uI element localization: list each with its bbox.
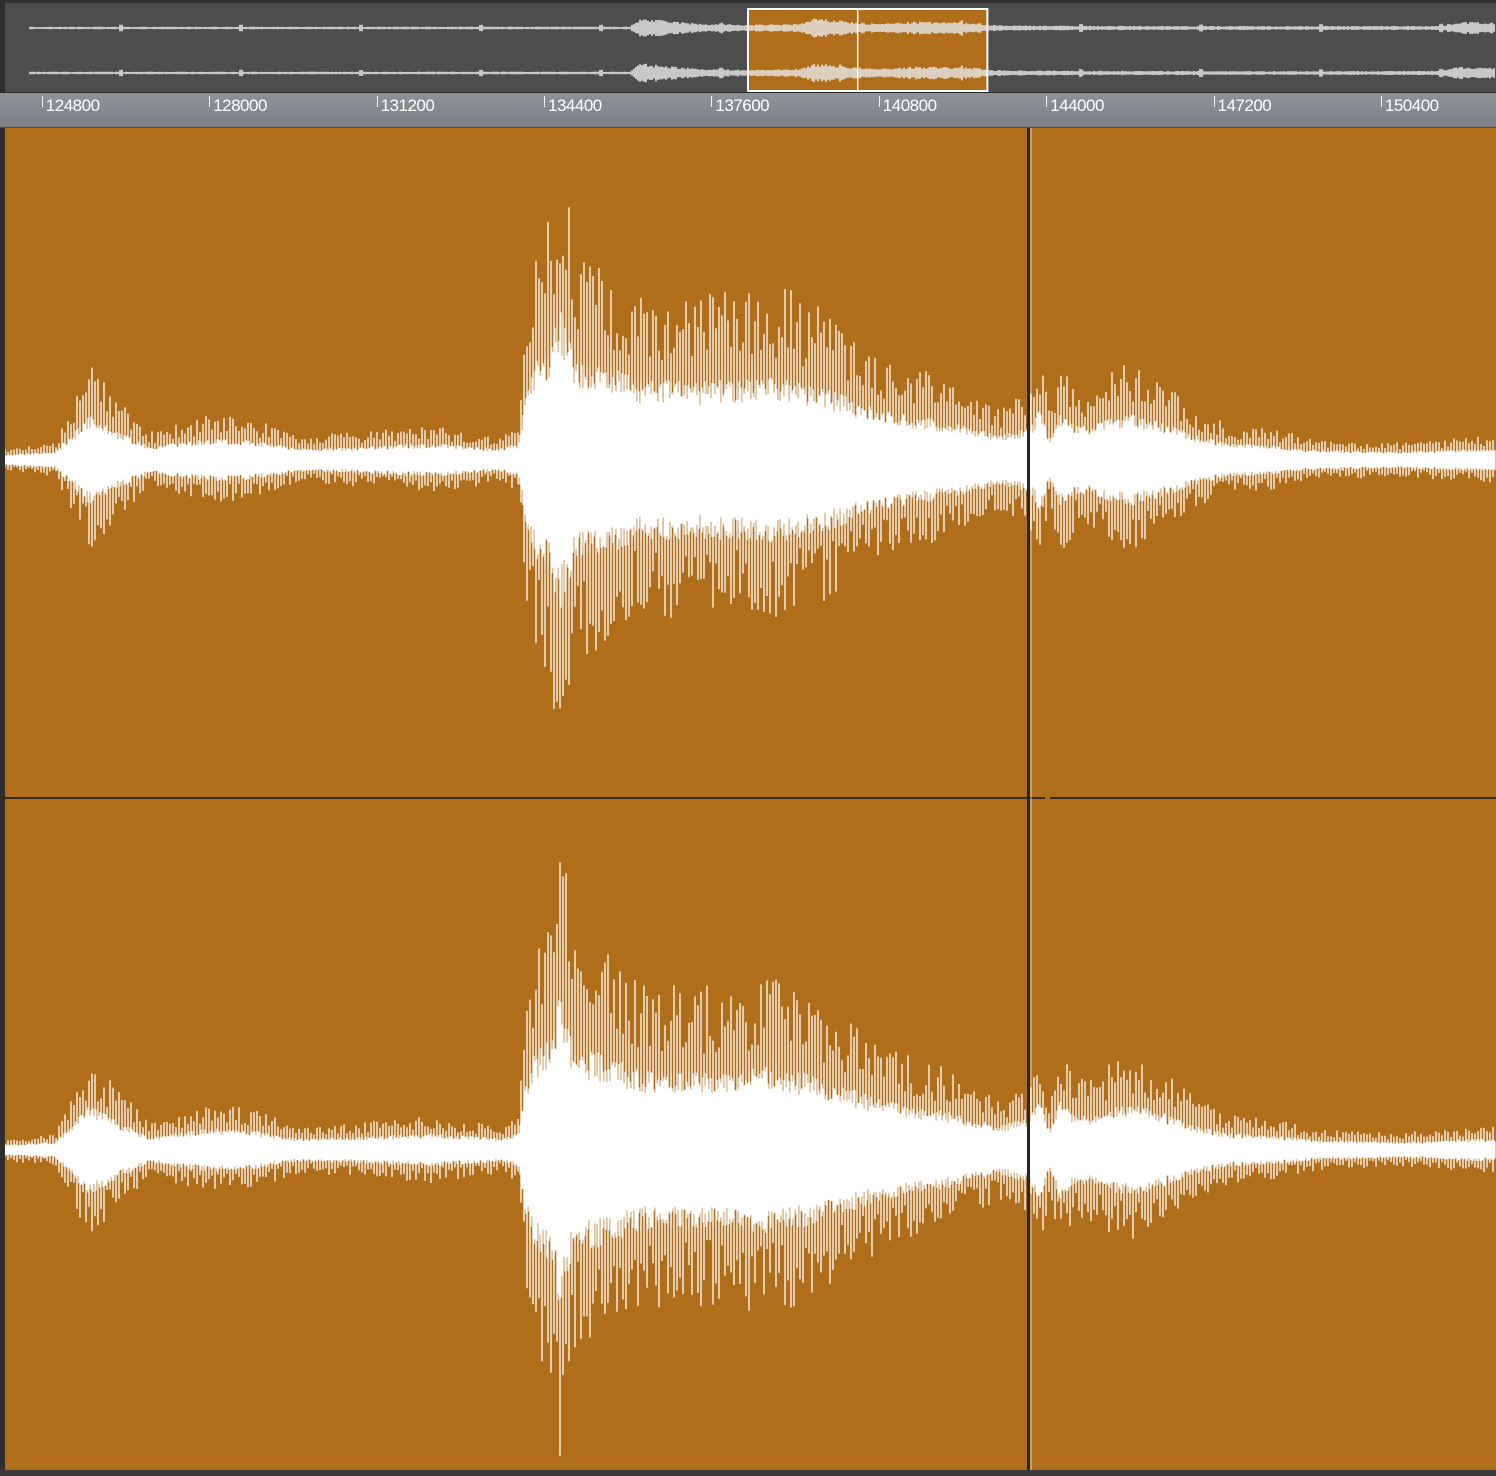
waveform-left-edge bbox=[0, 128, 5, 1476]
ruler-tick-label: 134400 bbox=[548, 96, 602, 115]
ruler-tick-label: 124800 bbox=[45, 96, 100, 115]
overview-strip[interactable] bbox=[0, 0, 1496, 95]
channel-divider-right bbox=[1050, 797, 1496, 799]
channel-2-waveform-svg bbox=[5, 862, 1496, 1456]
overview-selection[interactable] bbox=[747, 8, 989, 92]
overview-left-edge bbox=[0, 3, 5, 95]
ruler-tick-label: 137600 bbox=[715, 96, 770, 115]
overview-waveform[interactable] bbox=[0, 3, 1496, 95]
ruler-tick-mark bbox=[1046, 96, 1048, 107]
channel-1-waveform-svg bbox=[5, 207, 1496, 709]
waveform-area[interactable] bbox=[0, 128, 1496, 1476]
ruler-tick-mark bbox=[1380, 96, 1382, 107]
channel-2-waveform[interactable] bbox=[5, 800, 1496, 1470]
ruler-tick-mark bbox=[41, 96, 43, 107]
waveform-core bbox=[5, 999, 1496, 1301]
channel-divider bbox=[5, 797, 1045, 799]
ruler-tick-label: 131200 bbox=[380, 96, 435, 115]
ruler-tick-mark bbox=[711, 96, 713, 107]
ruler-tick-mark bbox=[376, 96, 378, 107]
waveform-editor: 124800 128000 131200 134400 137600 140800 1440… bbox=[0, 0, 1496, 1476]
ruler-tick-label: 140800 bbox=[882, 96, 937, 115]
ruler-tick-mark bbox=[209, 96, 211, 107]
ruler-tick-label: 144000 bbox=[1050, 96, 1104, 115]
ruler-tick-mark bbox=[544, 96, 545, 107]
waveform-core bbox=[5, 312, 1496, 608]
channel-1-waveform[interactable] bbox=[5, 128, 1496, 800]
ruler-tick-label: 128000 bbox=[213, 96, 267, 115]
timeline-ruler[interactable]: 124800 128000 131200 134400 137600 140800 1440… bbox=[0, 92, 1496, 128]
waveform-bottom-edge bbox=[0, 1470, 1496, 1476]
ruler-tick-mark bbox=[1213, 96, 1215, 107]
ruler-tick-label: 150400 bbox=[1384, 96, 1439, 115]
ruler-tick-mark bbox=[878, 96, 880, 107]
ruler-tick-label: 147200 bbox=[1217, 96, 1272, 115]
playhead-highlight bbox=[1029, 128, 1032, 1470]
